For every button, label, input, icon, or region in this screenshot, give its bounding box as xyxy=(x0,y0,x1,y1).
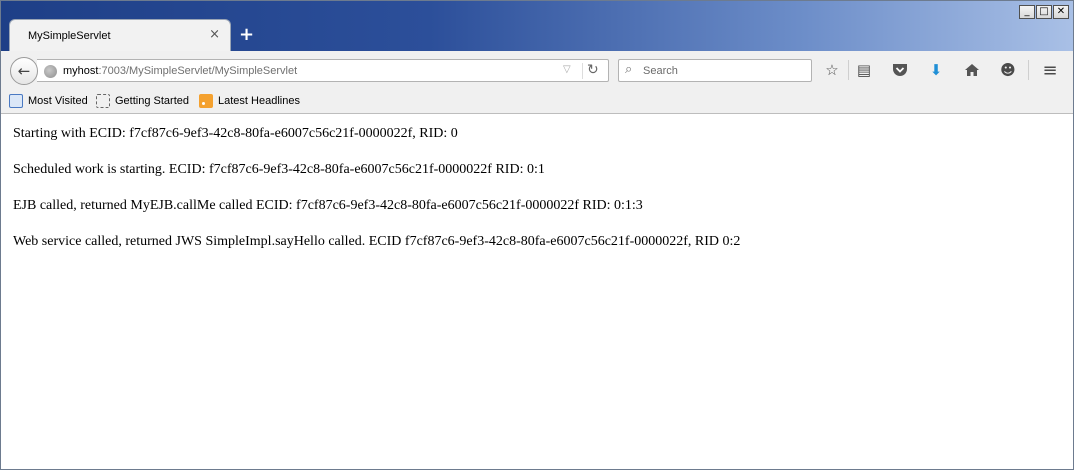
minimize-button[interactable]: _ xyxy=(1019,5,1035,19)
toolbar-divider xyxy=(848,60,849,80)
close-tab-icon[interactable]: × xyxy=(209,27,220,42)
chat-icon[interactable]: ☻ xyxy=(996,59,1020,81)
bookmark-getting-started[interactable]: Getting Started xyxy=(96,94,189,108)
tab-title: MySimpleServlet xyxy=(28,30,111,42)
bookmark-most-visited[interactable]: Most Visited xyxy=(9,94,88,108)
bookmark-label: Getting Started xyxy=(115,95,189,107)
url-bar[interactable]: myhost:7003/MySimpleServlet/MySimpleServ… xyxy=(37,59,609,82)
page-content: Starting with ECID: f7cf87c6-9ef3-42c8-8… xyxy=(1,115,1073,469)
home-icon[interactable] xyxy=(960,59,984,81)
output-line: Web service called, returned JWS SimpleI… xyxy=(13,234,741,249)
bookmark-label: Latest Headlines xyxy=(218,95,300,107)
url-divider xyxy=(582,63,583,79)
search-input[interactable] xyxy=(643,62,807,79)
maximize-button[interactable]: □ xyxy=(1036,5,1052,19)
output-line: EJB called, returned MyEJB.callMe called… xyxy=(13,198,643,213)
reload-icon[interactable]: ↻ xyxy=(587,62,599,78)
reading-list-icon[interactable]: ▤ xyxy=(852,59,876,81)
globe-icon xyxy=(44,65,57,78)
close-window-button[interactable]: ✕ xyxy=(1053,5,1069,19)
rss-icon xyxy=(199,94,213,108)
download-icon[interactable]: ⬇ xyxy=(924,59,948,81)
url-text[interactable]: myhost:7003/MySimpleServlet/MySimpleServ… xyxy=(63,65,297,77)
url-host: myhost xyxy=(63,65,99,77)
url-path: :7003/MySimpleServlet/MySimpleServlet xyxy=(98,65,298,77)
output-line: Starting with ECID: f7cf87c6-9ef3-42c8-8… xyxy=(13,126,458,141)
output-line: Scheduled work is starting. ECID: f7cf87… xyxy=(13,162,545,177)
tab-active[interactable]: MySimpleServlet × xyxy=(9,19,231,51)
bookmark-star-icon[interactable]: ☆ xyxy=(820,59,844,81)
back-button[interactable]: ← xyxy=(10,57,38,85)
title-bar: _ □ ✕ MySimpleServlet × + xyxy=(1,1,1073,51)
bookmarks-toolbar: Most Visited Getting Started Latest Head… xyxy=(1,89,1073,114)
url-dropdown-icon[interactable]: ▽ xyxy=(563,64,571,75)
browser-window: _ □ ✕ MySimpleServlet × + myhost:7003/My… xyxy=(0,0,1074,470)
window-controls: _ □ ✕ xyxy=(1019,5,1069,19)
menu-icon[interactable]: ≡ xyxy=(1038,59,1062,81)
arrow-left-icon: ← xyxy=(17,62,31,80)
bookmark-latest-headlines[interactable]: Latest Headlines xyxy=(199,94,300,108)
toolbar-divider xyxy=(1028,60,1029,80)
navigation-bar: myhost:7003/MySimpleServlet/MySimpleServ… xyxy=(1,51,1073,89)
most-visited-icon xyxy=(9,94,23,108)
bookmark-label: Most Visited xyxy=(28,95,88,107)
search-icon: ⌕ xyxy=(625,62,633,77)
search-bar[interactable]: ⌕ xyxy=(618,59,812,82)
getting-started-icon xyxy=(96,94,110,108)
pocket-icon[interactable] xyxy=(888,59,912,81)
new-tab-button[interactable]: + xyxy=(239,25,254,45)
